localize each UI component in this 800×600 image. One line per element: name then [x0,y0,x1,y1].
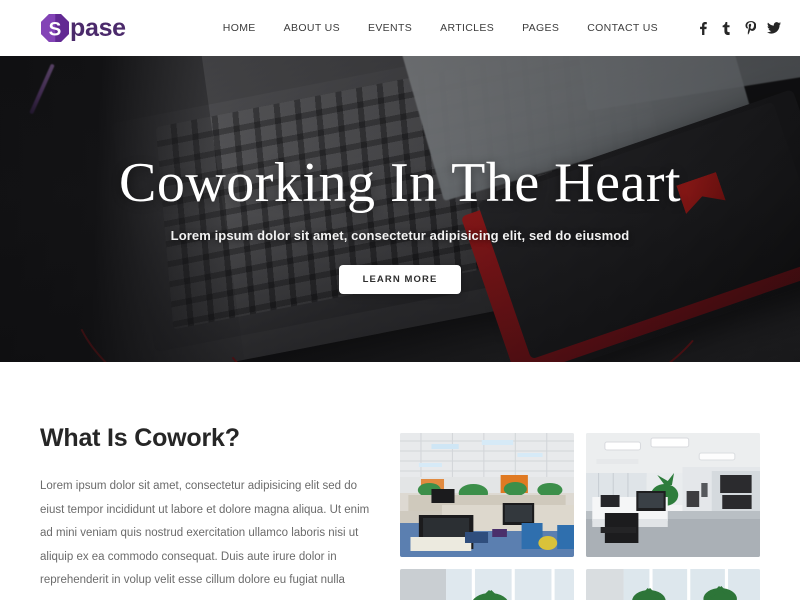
hero-section: Coworking In The Heart Lorem ipsum dolor… [0,56,800,362]
nav-item-home[interactable]: HOME [213,16,270,40]
tumblr-icon[interactable] [714,17,738,39]
cowork-paragraph: Lorem ipsum dolor sit amet, consectetur … [40,480,370,587]
social-links [690,17,786,39]
gallery-photo-3[interactable] [400,569,574,600]
office-gallery [400,424,760,600]
facebook-icon[interactable] [690,17,714,39]
nav-item-pages[interactable]: PAGES [508,16,573,40]
cowork-text-column: What Is Cowork? Lorem ipsum dolor sit am… [40,424,370,600]
cowork-heading: What Is Cowork? [40,424,240,452]
svg-text:S: S [49,20,62,41]
twitter-icon[interactable] [762,17,786,39]
hero-subtitle: Lorem ipsum dolor sit amet, consectetur … [170,228,630,244]
brand-logo[interactable]: S pase [40,13,126,43]
brand-name: pase [70,13,126,42]
nav-item-events[interactable]: EVENTS [354,16,426,40]
gallery-photo-2[interactable] [586,433,760,557]
nav-item-contact-us[interactable]: CONTACT US [573,16,672,40]
pinterest-icon[interactable] [738,17,762,39]
site-header: S pase HOME ABOUT US EVENTS ARTICLES PAG… [0,0,800,56]
learn-more-button[interactable]: LEARN MORE [338,265,462,295]
logo-octagon-icon: S [40,13,70,43]
nav-item-articles[interactable]: ARTICLES [426,16,508,40]
gallery-photo-4[interactable] [586,569,760,600]
main-navigation: HOME ABOUT US EVENTS ARTICLES PAGES CONT… [213,16,786,40]
gallery-photo-1[interactable] [400,433,574,557]
cowork-section: What Is Cowork? Lorem ipsum dolor sit am… [0,362,800,600]
nav-item-about-us[interactable]: ABOUT US [270,16,354,40]
hero-title: Coworking In The Heart [118,151,682,214]
